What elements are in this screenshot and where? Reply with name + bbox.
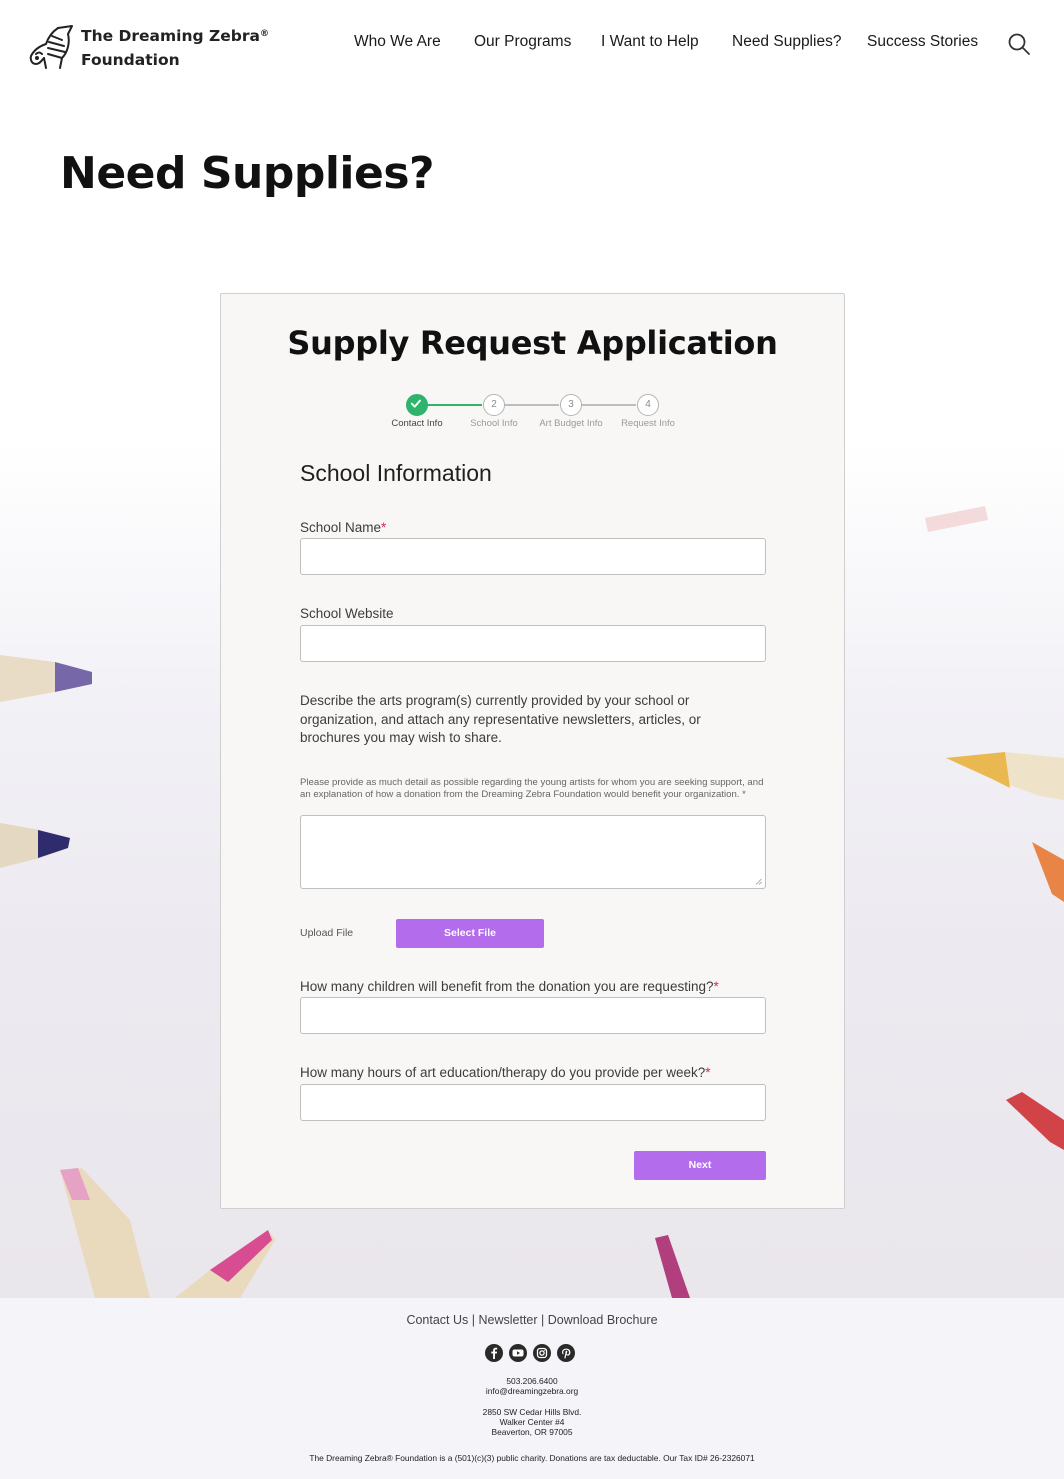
step-4-circle: 4 xyxy=(637,394,659,416)
required-mark: * xyxy=(713,979,719,994)
nav-item-i-want-to-help[interactable]: I Want to Help xyxy=(601,33,699,51)
social-links xyxy=(485,1344,577,1362)
page-title: Need Supplies? xyxy=(60,148,435,199)
registered-mark: ® xyxy=(259,29,269,39)
upload-file-label: Upload File xyxy=(300,927,354,939)
select-file-button[interactable]: Select File xyxy=(396,919,544,948)
instagram-icon[interactable] xyxy=(533,1344,551,1362)
facebook-icon[interactable] xyxy=(485,1344,503,1362)
brand-name-line1: The Dreaming Zebra xyxy=(81,27,260,45)
required-mark: * xyxy=(381,520,387,535)
nav-item-who-we-are[interactable]: Who We Are xyxy=(354,33,441,51)
section-title: School Information xyxy=(300,460,492,486)
children-count-input[interactable] xyxy=(300,997,766,1034)
nav-item-success-stories[interactable]: Success Stories xyxy=(867,33,978,51)
pinterest-icon[interactable] xyxy=(557,1344,575,1362)
footer-legal-text: The Dreaming Zebra® Foundation is a (501… xyxy=(309,1453,755,1463)
footer-email: info@dreamingzebra.org xyxy=(485,1386,579,1396)
checkmark-icon xyxy=(410,399,421,408)
footer-link-separator: | xyxy=(541,1313,545,1327)
site-header: The Dreaming Zebra® Foundation Who We Ar… xyxy=(0,0,1064,90)
school-website-input[interactable] xyxy=(300,625,766,662)
children-count-label: How many children will benefit from the … xyxy=(300,979,719,994)
step-2-circle: 2 xyxy=(483,394,505,416)
arts-program-prompt: Describe the arts program(s) currently p… xyxy=(300,693,701,745)
site-footer: Contact Us | Newsletter | Download Broch… xyxy=(0,1298,1064,1479)
site-logo[interactable]: The Dreaming Zebra® Foundation xyxy=(28,24,278,72)
progress-steps: 2 3 4 Contact Info School Info Art Budge… xyxy=(381,394,701,434)
school-name-input[interactable] xyxy=(300,538,766,575)
hours-per-week-input[interactable] xyxy=(300,1084,766,1121)
next-button[interactable]: Next xyxy=(634,1151,766,1180)
footer-links: Contact Us | Newsletter | Download Broch… xyxy=(0,1313,1064,1327)
supply-request-form: Supply Request Application 2 3 4 Contact… xyxy=(220,293,845,1209)
footer-link-newsletter[interactable]: Newsletter xyxy=(479,1313,538,1327)
arts-program-help-text: Please provide as much detail as possibl… xyxy=(300,777,764,800)
school-name-label: School Name* xyxy=(300,520,386,535)
search-icon[interactable] xyxy=(1006,31,1032,57)
brand-name: The Dreaming Zebra® Foundation xyxy=(81,24,269,72)
step-4-label: Request Info xyxy=(621,418,675,429)
footer-link-contact-us[interactable]: Contact Us xyxy=(406,1313,468,1327)
form-title: Supply Request Application xyxy=(287,324,778,362)
brand-name-line2: Foundation xyxy=(81,51,180,69)
school-name-label-text: School Name xyxy=(300,520,382,535)
school-website-label: School Website xyxy=(300,606,394,621)
footer-link-download-brochure[interactable]: Download Brochure xyxy=(548,1313,658,1327)
hours-per-week-label-text: How many hours of art education/therapy … xyxy=(300,1065,706,1080)
step-3-circle: 3 xyxy=(560,394,582,416)
youtube-icon[interactable] xyxy=(509,1344,527,1362)
children-count-label-text: How many children will benefit from the … xyxy=(300,979,714,994)
arts-program-textarea[interactable] xyxy=(300,815,766,889)
step-1-circle xyxy=(406,394,428,416)
required-mark: * xyxy=(705,1065,711,1080)
footer-address-line2: Walker Center #4 xyxy=(499,1417,565,1427)
footer-link-separator: | xyxy=(471,1313,476,1327)
footer-address-line3: Beaverton, OR 97005 xyxy=(491,1427,573,1437)
footer-address-line1: 2850 SW Cedar Hills Blvd. xyxy=(482,1407,582,1417)
footer-phone: 503.206.6400 xyxy=(506,1376,558,1386)
nav-item-our-programs[interactable]: Our Programs xyxy=(474,33,571,51)
resize-handle-icon[interactable] xyxy=(755,878,762,885)
hours-per-week-label: How many hours of art education/therapy … xyxy=(300,1065,711,1080)
zebra-logo-icon xyxy=(29,25,73,69)
nav-item-need-supplies[interactable]: Need Supplies? xyxy=(732,33,841,51)
